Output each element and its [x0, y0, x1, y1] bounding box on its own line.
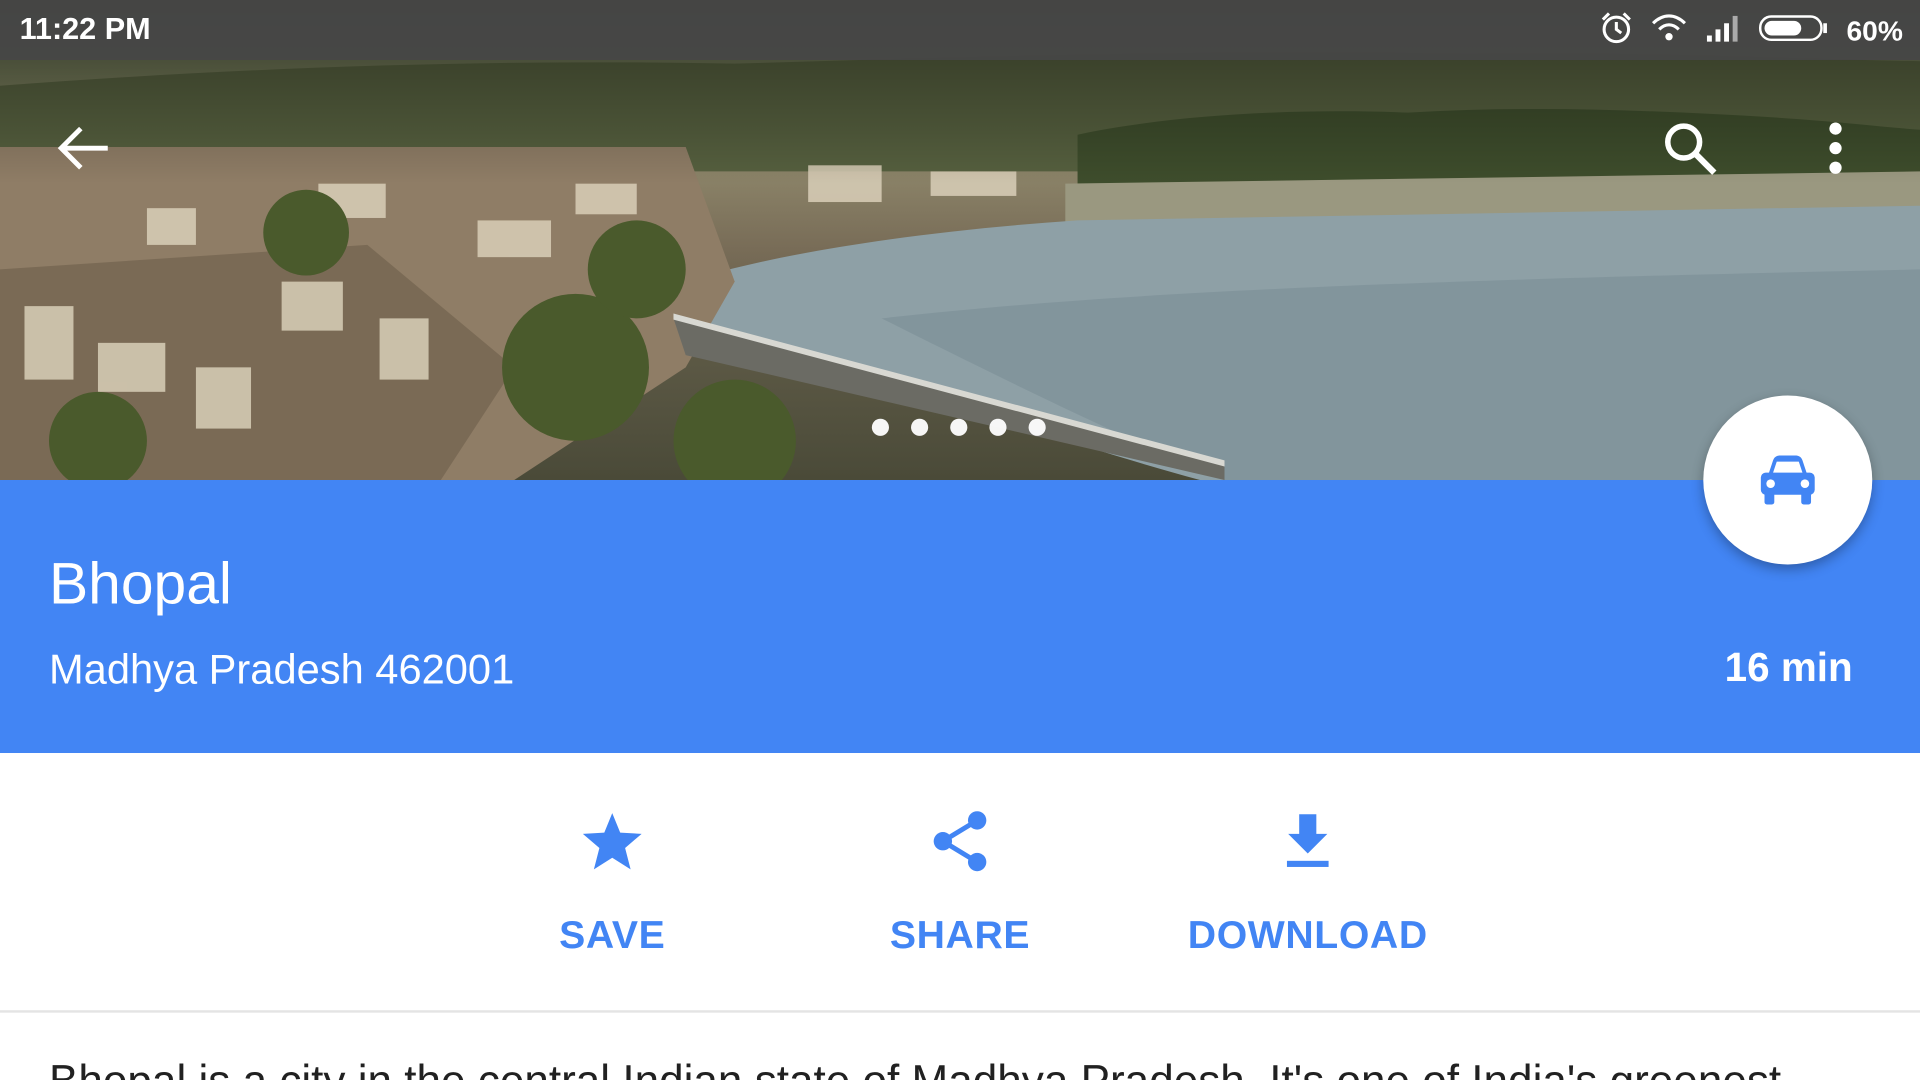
share-button[interactable]: SHARE	[801, 753, 1119, 1010]
save-label: SAVE	[559, 912, 666, 957]
signal-icon	[1704, 13, 1741, 49]
save-button[interactable]: SAVE	[453, 753, 771, 1010]
directions-button[interactable]	[1703, 395, 1873, 565]
download-icon	[1271, 804, 1344, 877]
place-info-panel[interactable]: Bhopal Madhya Pradesh 462001 16 min	[0, 480, 1920, 754]
more-options-button[interactable]	[1801, 114, 1870, 183]
download-label: DOWNLOAD	[1187, 912, 1428, 957]
place-address: Madhya Pradesh 462001	[48, 646, 515, 694]
action-row: SAVE SHARE DOWNLOAD	[0, 753, 1920, 1013]
back-arrow-icon	[57, 126, 108, 170]
pager-dot[interactable]	[911, 418, 929, 436]
share-icon	[923, 804, 996, 877]
more-vert-icon	[1829, 122, 1842, 174]
pager-dot[interactable]	[950, 418, 968, 436]
car-icon	[1760, 455, 1815, 505]
status-bar: 11:22 PM 60%	[0, 0, 1920, 61]
share-label: SHARE	[889, 912, 1031, 957]
place-description: Bhopal is a city in the central Indian s…	[49, 1056, 1886, 1080]
star-icon	[576, 804, 649, 877]
battery-icon	[1758, 13, 1829, 49]
pager-dot[interactable]	[1028, 418, 1046, 436]
place-details-screen: 11:22 PM 60% Bhopal Madhya Pradesh 46200…	[0, 0, 1920, 1080]
photo-pager-dots[interactable]	[871, 418, 1046, 436]
back-button[interactable]	[49, 114, 118, 183]
battery-percent: 60%	[1846, 14, 1903, 47]
search-button[interactable]	[1656, 114, 1725, 183]
pager-dot[interactable]	[989, 418, 1007, 436]
status-icons: 60%	[1599, 11, 1903, 51]
wifi-icon	[1651, 12, 1688, 50]
search-icon	[1665, 123, 1717, 175]
download-button[interactable]: DOWNLOAD	[1149, 753, 1467, 1010]
status-time: 11:22 PM	[19, 12, 151, 47]
pager-dot[interactable]	[871, 418, 889, 436]
alarm-icon	[1599, 11, 1633, 51]
place-photo[interactable]	[0, 0, 1920, 481]
place-title: Bhopal	[48, 552, 233, 618]
travel-time: 16 min	[1724, 644, 1853, 690]
